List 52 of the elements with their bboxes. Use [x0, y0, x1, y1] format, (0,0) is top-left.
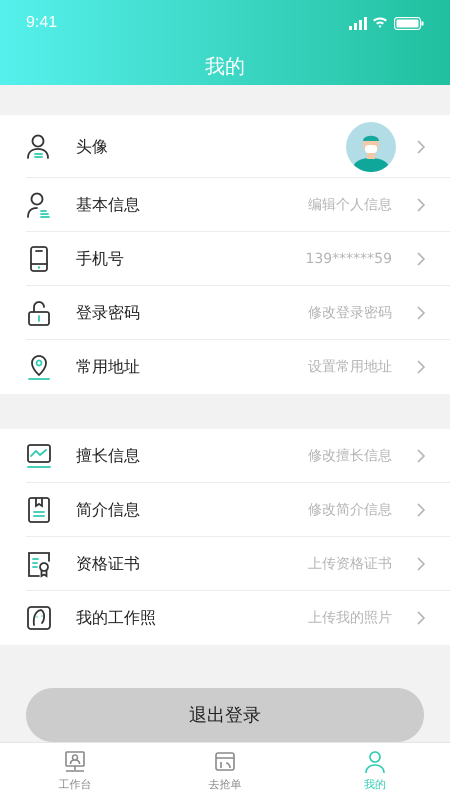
row-label: 擅长信息: [76, 445, 140, 467]
settings-row[interactable]: 手机号 139******59: [0, 232, 450, 286]
row-value: 修改登录密码: [308, 304, 392, 322]
row-label: 简介信息: [76, 499, 140, 521]
row-value: 修改简介信息: [308, 500, 392, 520]
chevron-right-icon: [416, 138, 426, 154]
page-title: 我的: [205, 52, 245, 80]
book-icon: [25, 496, 53, 524]
certificate-icon: [25, 550, 53, 578]
chevron-right-icon: [416, 359, 426, 375]
settings-row[interactable]: 常用地址 设置常用地址: [0, 340, 450, 394]
person-icon: [25, 191, 53, 219]
row-label: 基本信息: [76, 194, 140, 216]
row-label: 常用地址: [76, 356, 140, 378]
portrait-icon: [25, 604, 53, 632]
lock-icon: [25, 299, 53, 327]
settings-row[interactable]: 资格证书 上传资格证书: [0, 537, 450, 591]
settings-row[interactable]: 擅长信息 修改擅长信息: [0, 429, 450, 483]
row-value: 修改擅长信息: [308, 446, 392, 466]
settings-row[interactable]: 基本信息 编辑个人信息: [0, 178, 450, 232]
tab-item[interactable]: 工作台: [0, 743, 150, 800]
chevron-right-icon: [416, 305, 426, 321]
battery-icon: [394, 16, 424, 30]
chevron-right-icon: [416, 197, 426, 213]
row-label: 资格证书: [76, 553, 140, 575]
tab-item[interactable]: 去抢单: [150, 743, 300, 800]
row-label: 登录密码: [76, 302, 140, 324]
settings-row[interactable]: 登录密码 修改登录密码: [0, 286, 450, 340]
chevron-right-icon: [416, 610, 426, 626]
row-label: 手机号: [76, 248, 124, 270]
signal-icon: [349, 16, 367, 30]
logout-button[interactable]: 退出登录: [26, 688, 424, 742]
chevron-right-icon: [416, 556, 426, 572]
row-label: 头像: [76, 136, 108, 158]
location-pin-icon: [25, 353, 53, 381]
chevron-right-icon: [416, 251, 426, 267]
settings-row[interactable]: 我的工作照 上传我的照片: [0, 591, 450, 645]
row-value: 编辑个人信息: [308, 196, 392, 214]
chart-icon: [25, 442, 53, 470]
row-value: 上传资格证书: [308, 554, 392, 574]
row-value: 上传我的照片: [308, 608, 392, 628]
wifi-icon: [373, 17, 388, 29]
avatar: [346, 122, 396, 172]
row-label: 我的工作照: [76, 607, 156, 629]
settings-row[interactable]: 头像: [0, 115, 450, 178]
status-time: 9:41: [26, 13, 58, 33]
row-value: 139******59: [305, 250, 392, 268]
chevron-right-icon: [416, 502, 426, 518]
settings-row[interactable]: 简介信息 修改简介信息: [0, 483, 450, 537]
person-icon: [362, 749, 388, 776]
row-value: 设置常用地址: [308, 358, 392, 376]
chevron-right-icon: [416, 448, 426, 464]
